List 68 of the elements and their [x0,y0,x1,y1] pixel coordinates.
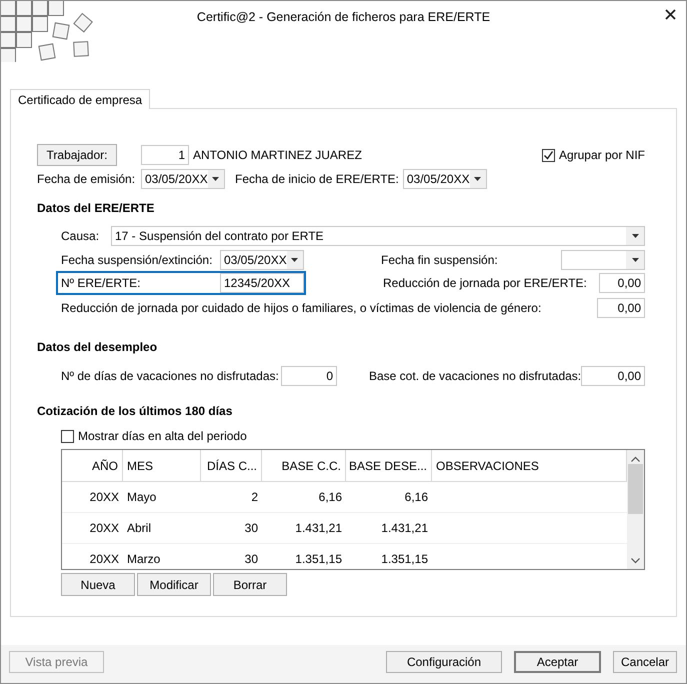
checkbox[interactable] [542,148,555,162]
checkbox[interactable] [61,430,74,442]
field-label: Nº de días de vacaciones no disfrutadas: [61,368,280,382]
tab[interactable]: Certificado de empresa [10,89,150,109]
section-heading: Datos del desempleo [37,340,158,356]
scroll-down-icon [631,558,640,564]
caret-icon [291,258,298,262]
column-header[interactable]: AÑO [62,450,123,481]
checkbox-label: Agrupar por NIF [558,148,645,162]
date-dropdown[interactable]: 03/05/20XX [402,168,487,188]
caret-icon [212,176,220,180]
date-dropdown[interactable]: 03/05/20XX [220,250,304,270]
text-field[interactable]: 12345/20XX [220,273,304,293]
worker-name: ANTONIO MARTINEZ JUAREZ [193,148,362,162]
column-header[interactable]: DÍAS C... [201,450,262,481]
section-heading: Cotización de los últimos 180 días [37,404,232,420]
column-header[interactable]: MES [123,450,201,481]
scroll-up-icon [631,456,640,462]
check-icon [542,150,554,160]
close-icon[interactable] [665,9,676,20]
field-label: Reducción de jornada por cuidado de hijos o familiares, o víctimas de violencia de género: [61,300,542,314]
table-cell-text: Abril [126,521,152,535]
table-cell-text: 1.431,21 [294,521,343,535]
worker-number-field[interactable]: 1 [141,145,189,165]
window-title: Certific@2 - Generación de ficheros para ERE/ERTE [196,9,490,24]
field-label: Reducción de jornada por ERE/ERTE: [383,276,588,290]
column-header[interactable]: BASE DESE... [346,450,432,481]
dialog-button[interactable]: Configuración [386,651,502,673]
dialog-button[interactable]: Aceptar [514,651,601,673]
text-field[interactable]: 0 [281,366,337,386]
field-label: Fecha suspensión/extinción: [61,252,214,266]
field-label: Causa: [61,229,100,243]
field-label: Nº ERE/ERTE: [61,276,142,290]
table-cell-text: 30 [244,552,259,566]
table-cell-text: 6,16 [404,490,429,504]
date-dropdown[interactable]: 03/05/20XX [141,168,225,188]
caret-icon [632,234,638,238]
text-field[interactable]: 0,00 [581,366,645,386]
field-label: Base cot. de vacaciones no disfrutadas: [369,368,581,382]
field-label: Fecha de inicio de ERE/ERTE: [235,172,399,186]
table-cell-text: 30 [244,521,259,535]
text-field[interactable]: 0,00 [597,298,645,318]
table-cell-text: Marzo [126,552,162,566]
table-cell-text: 1.431,21 [380,521,429,535]
table-cell-text: 1.351,15 [380,552,429,566]
dialog-button[interactable]: Cancelar [613,651,677,673]
table-button[interactable]: Nueva [61,573,135,596]
field-label: Fecha de emisión: [37,172,136,186]
scrollbar[interactable] [627,450,644,569]
table-button[interactable]: Borrar [213,573,287,596]
table-cell-text: 6,16 [318,490,343,504]
checkbox-label: Mostrar días en alta del periodo [78,429,247,443]
text-field[interactable]: 0,00 [599,273,645,293]
table-cell-text: 2 [250,490,259,504]
table-cell-text: 20XX [88,490,120,504]
table-cell-text: 20XX [88,552,120,566]
caret-icon [474,176,482,180]
table-button[interactable]: Modificar [137,573,211,596]
caret-icon [632,258,638,262]
table-cell-text: Mayo [126,490,158,504]
table-cell-text: 1.351,15 [294,552,343,566]
table-cell-text: 20XX [88,521,120,535]
worker-button[interactable]: Trabajador: [37,144,117,166]
scrollbar-thumb[interactable] [628,464,643,514]
field-label: Fecha fin suspensión: [381,252,499,266]
column-header[interactable]: BASE C.C. [262,450,346,481]
cause-dropdown[interactable]: 17 - Suspensión del contrato por ERTE [111,226,645,246]
section-heading: Datos del ERE/ERTE [37,201,154,217]
